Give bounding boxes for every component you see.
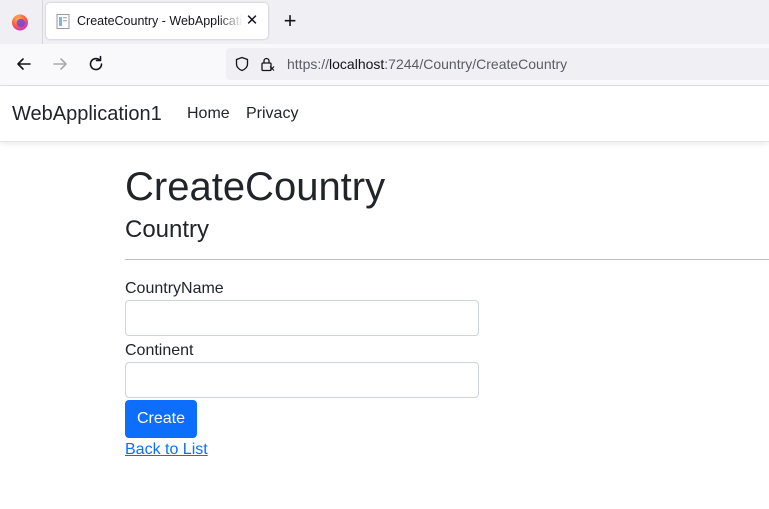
nav-link-privacy[interactable]: Privacy [246, 105, 298, 123]
url-text[interactable]: https://localhost:7244/Country/CreateCou… [287, 56, 567, 72]
url-path: :7244/Country/CreateCountry [384, 56, 568, 72]
divider [125, 259, 769, 260]
browser-tab-strip: CreateCountry - WebApplication1 ✕ + [0, 0, 769, 44]
arrow-right-icon[interactable] [49, 53, 71, 75]
brand-link[interactable]: WebApplication1 [12, 103, 162, 126]
create-button[interactable]: Create [125, 400, 197, 438]
url-host: localhost [329, 56, 385, 72]
site-header: WebApplication1 Home Privacy [0, 86, 769, 142]
continent-input[interactable] [125, 362, 479, 398]
close-tab-icon[interactable]: ✕ [243, 12, 261, 30]
url-bar[interactable]: https://localhost:7244/Country/CreateCou… [226, 48, 769, 80]
reload-icon[interactable] [85, 53, 107, 75]
country-name-label: CountryName [125, 280, 224, 297]
country-name-input[interactable] [125, 300, 479, 336]
browser-tab-active[interactable]: CreateCountry - WebApplication1 ✕ [46, 3, 268, 39]
page-icon [56, 14, 70, 29]
section-title: Country [125, 216, 210, 243]
firefox-icon[interactable] [11, 13, 29, 31]
arrow-left-icon[interactable] [13, 53, 35, 75]
continent-label: Continent [125, 342, 194, 359]
lock-icon[interactable] [259, 56, 275, 72]
shield-icon[interactable] [234, 56, 250, 72]
browser-toolbar: https://localhost:7244/Country/CreateCou… [0, 44, 769, 86]
new-tab-button[interactable]: + [279, 10, 301, 33]
back-to-list-link[interactable]: Back to List [125, 441, 208, 459]
url-scheme: https:// [287, 56, 330, 72]
nav-link-home[interactable]: Home [187, 105, 230, 123]
tab-title: CreateCountry - WebApplication1 [77, 14, 243, 28]
page-title: CreateCountry [125, 165, 386, 209]
tab-separator [42, 0, 43, 44]
